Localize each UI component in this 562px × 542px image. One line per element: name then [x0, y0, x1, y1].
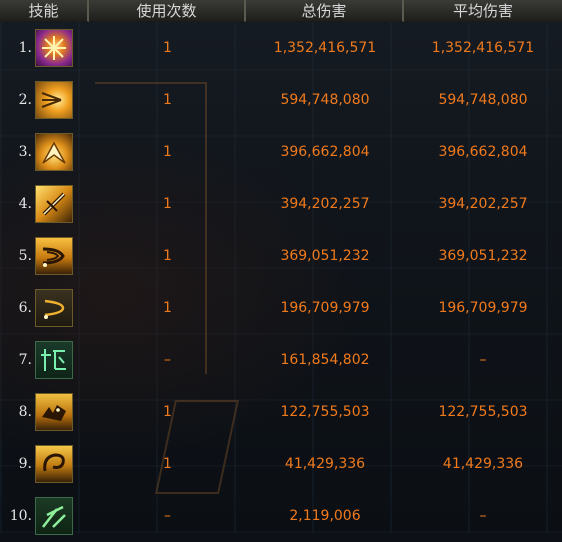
- average-damage-value: 1,352,416,571: [431, 40, 535, 56]
- rank-label: 3.: [18, 144, 32, 160]
- gold-wave-slash-icon: [35, 237, 73, 275]
- total-damage-value: 1,352,416,571: [273, 40, 377, 56]
- uses-value: 1: [163, 248, 172, 264]
- average-damage-value: –: [479, 508, 487, 524]
- average-damage-value: 394,202,257: [438, 196, 528, 212]
- table-row: 6. 1 196,709,979 196,709,979: [0, 282, 562, 334]
- table-row: 2. 1 594,748,080 594,748,080: [0, 74, 562, 126]
- rank-label: 9.: [18, 456, 32, 472]
- average-damage-value: 594,748,080: [438, 92, 528, 108]
- average-damage-value: 196,709,979: [438, 300, 528, 316]
- total-damage-value: 41,429,336: [284, 456, 366, 472]
- gold-swirl-icon: [35, 445, 73, 483]
- rank-label: 6.: [18, 300, 32, 316]
- uses-value: 1: [163, 404, 172, 420]
- uses-value: 1: [163, 456, 172, 472]
- table-header: 技能 使用次数 总伤害 平均伤害: [0, 0, 562, 22]
- uses-value: 1: [163, 40, 172, 56]
- uses-value: 1: [163, 92, 172, 108]
- total-damage-value: 369,051,232: [280, 248, 370, 264]
- rank-label: 8.: [18, 404, 32, 420]
- total-damage-value: 394,202,257: [280, 196, 370, 212]
- average-damage-value: 122,755,503: [438, 404, 528, 420]
- header-average-damage: 平均伤害: [404, 0, 562, 22]
- rank-label: 4.: [18, 196, 32, 212]
- uses-value: 1: [163, 144, 172, 160]
- average-damage-value: 369,051,232: [438, 248, 528, 264]
- total-damage-value: 161,854,802: [280, 352, 370, 368]
- green-rune-icon: [35, 341, 73, 379]
- total-damage-value: 122,755,503: [280, 404, 370, 420]
- uses-value: 1: [163, 196, 172, 212]
- average-damage-value: 396,662,804: [438, 144, 528, 160]
- table-row: 8. 1 122,755,503 122,755,503: [0, 386, 562, 438]
- green-claw-icon: [35, 497, 73, 535]
- total-damage-value: 2,119,006: [289, 508, 361, 524]
- gold-star-burst-icon: [35, 81, 73, 119]
- rank-label: 1.: [18, 40, 32, 56]
- crescent-slash-icon: [35, 289, 73, 327]
- uses-value: 1: [163, 300, 172, 316]
- uses-value: –: [164, 352, 171, 368]
- header-skill: 技能: [0, 0, 89, 22]
- gold-flash-icon: [35, 133, 73, 171]
- table-row: 9. 1 41,429,336 41,429,336: [0, 438, 562, 490]
- total-damage-value: 594,748,080: [280, 92, 370, 108]
- gold-beast-icon: [35, 393, 73, 431]
- purple-burst-icon: [35, 29, 73, 67]
- table-row: 4. 1 394,202,257 394,202,257: [0, 178, 562, 230]
- rank-label: 5.: [18, 248, 32, 264]
- total-damage-value: 396,662,804: [280, 144, 370, 160]
- rank-label: 2.: [18, 92, 32, 108]
- header-uses: 使用次数: [89, 0, 246, 22]
- gold-blade-icon: [35, 185, 73, 223]
- average-damage-value: –: [479, 352, 487, 368]
- header-total-damage: 总伤害: [246, 0, 404, 22]
- rank-label: 7.: [18, 352, 32, 368]
- table-row: 5. 1 369,051,232 369,051,232: [0, 230, 562, 282]
- table-row: 1. 1 1,352,416,571 1,352,416,571: [0, 22, 562, 74]
- table-row: 10. – 2,119,006 –: [0, 490, 562, 542]
- total-damage-value: 196,709,979: [280, 300, 370, 316]
- uses-value: –: [164, 508, 171, 524]
- average-damage-value: 41,429,336: [442, 456, 524, 472]
- table-row: 7. – 161,854,802 –: [0, 334, 562, 386]
- table-row: 3. 1 396,662,804 396,662,804: [0, 126, 562, 178]
- rank-label: 10.: [9, 508, 32, 524]
